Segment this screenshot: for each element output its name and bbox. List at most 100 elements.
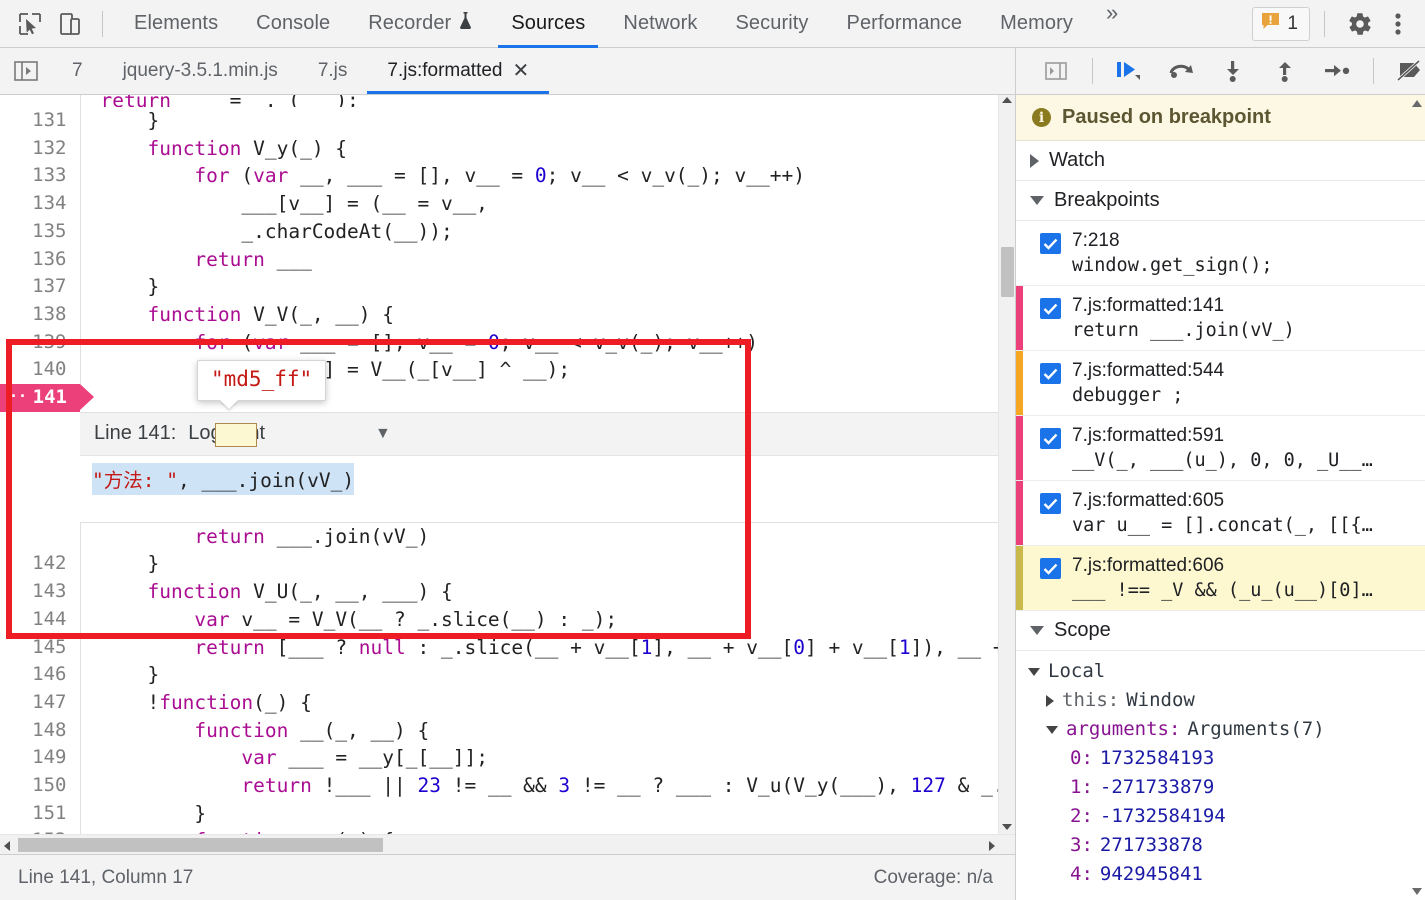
line-number[interactable]: 144 [0, 605, 81, 634]
line-number[interactable]: 131 [0, 107, 81, 135]
scroll-left-arrow-icon[interactable] [4, 841, 10, 851]
breakpoint-checkbox[interactable] [1040, 558, 1061, 579]
line-number[interactable]: 138 [0, 300, 81, 329]
tab-network[interactable]: Network [604, 0, 716, 48]
code-line-content[interactable]: } [80, 273, 1015, 301]
scope-arguments-row[interactable]: arguments: Arguments(7) [1016, 715, 1425, 744]
code-line-content[interactable]: function V_U(_, __, ___) { [80, 578, 1015, 606]
show-debugger-sidebar-icon[interactable] [1032, 49, 1080, 93]
line-number[interactable]: 135 [0, 217, 81, 246]
step-into-next-function-call-icon[interactable] [1209, 49, 1257, 93]
deactivate-breakpoints-icon[interactable] [1386, 49, 1425, 93]
line-number[interactable]: 132 [0, 134, 81, 163]
chevron-down-icon[interactable] [1030, 626, 1044, 635]
step-over-next-function-call-icon[interactable] [1157, 49, 1205, 93]
code-line-content[interactable]: !function(_) { [80, 689, 1015, 717]
line-number[interactable]: 148 [0, 716, 81, 745]
line-number[interactable]: 146 [0, 661, 81, 689]
scrollbar-thumb[interactable] [1001, 247, 1014, 297]
code-line-content[interactable]: function V_V(_, __) { [80, 301, 1015, 329]
chevron-down-icon[interactable] [1030, 196, 1044, 205]
chevron-down-icon[interactable] [1028, 667, 1040, 676]
logpoint-expression-row[interactable]: "方法: ", ___.join(vV_) [80, 455, 1015, 502]
code-line-content[interactable]: } [80, 661, 1015, 689]
code-line-content[interactable]: var v__ = V_V(__ ? _.slice(__) : _); [80, 606, 1015, 634]
sidebar-vertical-scrollbar[interactable] [1408, 95, 1425, 900]
breakpoint-item[interactable]: 7.js:formatted:591 __V(_, ___(u_), 0, 0,… [1016, 416, 1425, 481]
code-line-content[interactable]: return !___ || 23 != __ && 3 != __ ? ___… [80, 772, 1015, 800]
code-line-content[interactable]: return ___ [80, 246, 1015, 274]
scope-argument-row[interactable]: 1: -271733879 [1016, 773, 1425, 802]
scope-this-row[interactable]: this: Window [1016, 686, 1425, 715]
breakpoint-checkbox[interactable] [1040, 493, 1061, 514]
code-line-content[interactable]: function __(_, __) { [80, 717, 1015, 745]
tab-memory[interactable]: Memory [981, 0, 1092, 48]
show-navigator-icon[interactable] [0, 48, 52, 94]
close-icon[interactable]: ✕ [513, 61, 530, 81]
line-number[interactable]: 139 [0, 328, 81, 357]
tab-elements[interactable]: Elements [115, 0, 237, 48]
editor-horizontal-scrollbar[interactable] [0, 834, 1015, 854]
code-line-content[interactable]: } [80, 550, 1015, 578]
scrollbar-thumb-horizontal[interactable] [18, 838, 383, 852]
resume-script-execution-icon[interactable] [1105, 49, 1153, 93]
device-toolbar-icon[interactable] [50, 4, 90, 44]
chevron-down-icon[interactable] [1046, 725, 1058, 734]
file-tab-7js[interactable]: 7.js [298, 48, 368, 94]
logpoint-expression[interactable]: "方法: ", ___.join(vV_) [92, 462, 355, 495]
breakpoint-item[interactable]: 7.js:formatted:605 var u__ = [].concat(_… [1016, 481, 1425, 546]
tab-security[interactable]: Security [716, 0, 827, 48]
watch-section-header[interactable]: Watch [1016, 141, 1425, 181]
code-line-content[interactable]: _.charCodeAt(__)); [80, 218, 1015, 246]
code-line-content[interactable]: return ___.join(vV_) [80, 523, 1015, 551]
warning-badge[interactable]: 1 [1252, 6, 1310, 41]
line-number[interactable]: 143 [0, 578, 81, 606]
gear-icon[interactable] [1339, 3, 1381, 45]
breakpoint-checkbox[interactable] [1040, 428, 1061, 449]
line-number[interactable]: 151 [0, 799, 81, 828]
code-line-content[interactable]: } [80, 107, 1015, 135]
breakpoint-item-selected[interactable]: 7.js:formatted:606 ___ !== _V && (_u_(u_… [1016, 546, 1425, 611]
scope-argument-row[interactable]: 2: -1732584194 [1016, 802, 1425, 831]
scroll-down-arrow-icon[interactable] [1411, 888, 1422, 895]
line-number[interactable]: 149 [0, 744, 81, 773]
editor-vertical-scrollbar[interactable] [998, 95, 1015, 834]
breakpoint-item[interactable]: 7:218 window.get_sign(); [1016, 221, 1425, 286]
scope-local-row[interactable]: Local [1016, 657, 1425, 686]
line-number[interactable]: 150 [0, 772, 81, 800]
breakpoint-checkbox[interactable] [1040, 363, 1061, 384]
line-number[interactable]: 137 [0, 273, 81, 301]
scroll-down-arrow-icon[interactable] [1002, 824, 1012, 830]
breakpoint-checkbox[interactable] [1040, 233, 1061, 254]
step-out-of-current-function-icon[interactable] [1261, 49, 1309, 93]
breakpoints-section-header[interactable]: Breakpoints [1016, 181, 1425, 221]
kebab-menu-icon[interactable] [1383, 3, 1413, 45]
line-number[interactable]: 133 [0, 162, 81, 191]
chevron-down-icon[interactable]: ▼ [375, 425, 391, 443]
chevron-right-icon[interactable] [1046, 694, 1054, 707]
chevron-right-icon[interactable] [1030, 153, 1039, 168]
code-line-content[interactable]: return [___ ? null : _.slice(__ + v__[1]… [80, 634, 1015, 662]
code-line-content[interactable]: return ___ = _._(___); [80, 95, 1015, 107]
scope-argument-row[interactable]: 4: 942945841 [1016, 860, 1425, 889]
code-line-content[interactable]: for (var __, ___ = [], v__ = 0; v__ < v_… [80, 162, 1015, 190]
line-number[interactable]: 136 [0, 245, 81, 274]
more-tabs-button[interactable]: » [1092, 0, 1132, 48]
line-number[interactable]: 147 [0, 688, 81, 717]
inspect-element-icon[interactable] [10, 4, 50, 44]
coverage-status[interactable]: Coverage: n/a [874, 867, 993, 889]
file-tab-jquery[interactable]: jquery-3.5.1.min.js [103, 48, 298, 94]
tab-console[interactable]: Console [237, 0, 349, 48]
line-number[interactable]: 134 [0, 190, 81, 218]
line-number[interactable] [0, 522, 81, 551]
code-line-content[interactable]: function V_y(_) { [80, 135, 1015, 163]
step-icon[interactable] [1313, 49, 1361, 93]
file-tab-7js-formatted[interactable]: 7.js:formatted ✕ [367, 48, 550, 94]
line-number[interactable]: 145 [0, 633, 81, 662]
code-line-content[interactable]: for (var ___ = [], v__ = 0; v__ < v_v(_)… [80, 329, 1015, 357]
file-tab-7[interactable]: 7 [52, 48, 103, 94]
breakpoint-checkbox[interactable] [1040, 298, 1061, 319]
code-line-content[interactable]: } [80, 800, 1015, 828]
line-number[interactable]: 140 [0, 356, 81, 385]
code-viewport[interactable]: return ___ = _._(___); 131 } 132 functio… [0, 95, 1015, 834]
